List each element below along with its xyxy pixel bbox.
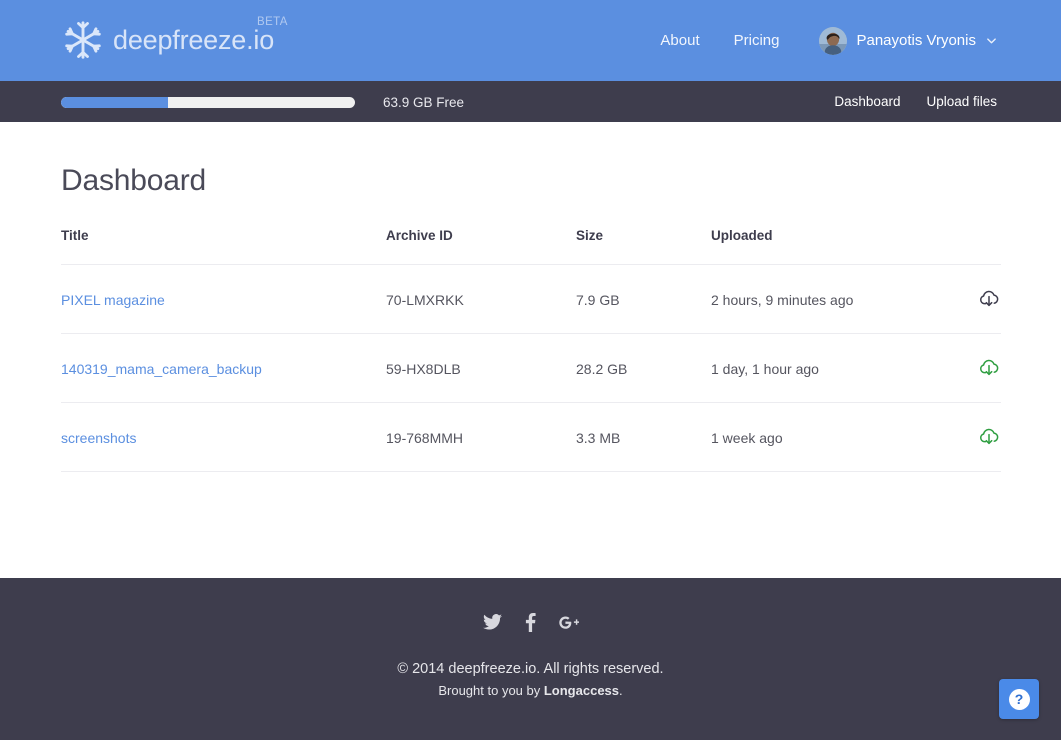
cell-size: 28.2 GB: [576, 333, 711, 403]
avatar: [819, 26, 848, 55]
sub-nav-item-upload-files[interactable]: Upload files: [926, 94, 997, 109]
storage-free-label: 63.9 GB Free: [383, 95, 465, 110]
brought-by-brand: Longaccess: [543, 683, 620, 698]
help-button[interactable]: ?: [999, 679, 1039, 719]
cell-title: 140319_mama_camera_backup: [61, 333, 386, 403]
column-header-actions: [946, 228, 1001, 265]
google-plus-link[interactable]: [558, 611, 580, 633]
brand-logo-link[interactable]: deepfreeze.io: [61, 16, 274, 64]
column-header-archive-id: Archive ID: [386, 228, 576, 265]
user-menu[interactable]: Panayotis Vryonis: [819, 26, 997, 55]
nav-item-pricing[interactable]: Pricing: [734, 32, 780, 49]
social-links: [0, 611, 1061, 633]
sub-nav-item-dashboard[interactable]: Dashboard: [834, 94, 900, 109]
main-content: Dashboard Title Archive ID Size Uploaded…: [0, 122, 1061, 578]
cell-uploaded: 1 day, 1 hour ago: [711, 333, 946, 403]
user-avatar-photo: [819, 26, 848, 55]
chevron-down-icon[interactable]: [986, 35, 997, 46]
cell-uploaded: 2 hours, 9 minutes ago: [711, 264, 946, 334]
archive-title-link[interactable]: PIXEL magazine: [61, 292, 165, 308]
cell-title: PIXEL magazine: [61, 264, 386, 334]
table-body: PIXEL magazine 70-LMXRKK 7.9 GB 2 hours,…: [61, 264, 1001, 472]
facebook-link[interactable]: [520, 611, 542, 633]
table-header: Title Archive ID Size Uploaded: [61, 228, 1001, 265]
page-title: Dashboard: [61, 164, 206, 197]
cell-archive-id: 70-LMXRKK: [386, 264, 576, 334]
table-row: 140319_mama_camera_backup 59-HX8DLB 28.2…: [61, 333, 1001, 403]
snowflake-icon: [65, 21, 101, 59]
storage-quota: 63.9 GB Free: [61, 95, 464, 110]
twitter-link[interactable]: [482, 611, 504, 633]
table-row: PIXEL magazine 70-LMXRKK 7.9 GB 2 hours,…: [61, 264, 1001, 334]
cloud-download-icon: [980, 428, 999, 445]
cell-download: [946, 333, 1001, 403]
cell-size: 3.3 MB: [576, 402, 711, 472]
facebook-icon: [525, 612, 536, 632]
column-header-uploaded: Uploaded: [711, 228, 946, 265]
twitter-icon: [483, 614, 502, 630]
cell-title: screenshots: [61, 402, 386, 472]
column-header-size: Size: [576, 228, 711, 265]
page-root: deepfreeze.io BETA About Pricing Panayot…: [0, 0, 1061, 740]
cell-download: [946, 402, 1001, 472]
sub-nav: Dashboard Upload files: [808, 81, 997, 122]
cloud-download-icon: [980, 290, 999, 307]
cell-uploaded: 1 week ago: [711, 402, 946, 472]
archives-table: Title Archive ID Size Uploaded PIXEL mag…: [61, 228, 1001, 472]
copyright-text: © 2014 deepfreeze.io. All rights reserve…: [397, 661, 664, 677]
brought-by-suffix: .: [619, 683, 623, 698]
download-button[interactable]: [977, 424, 1001, 448]
top-nav: About Pricing Panayotis Vryonis: [626, 0, 997, 81]
download-button[interactable]: [977, 355, 1001, 379]
table-row: screenshots 19-768MMH 3.3 MB 1 week ago: [61, 402, 1001, 472]
storage-progress-fill: [61, 97, 169, 108]
table-header-row: Title Archive ID Size Uploaded: [61, 228, 1001, 265]
brought-by-text: Brought to you by Longaccess.: [0, 683, 1061, 698]
storage-progress-bar: [61, 97, 355, 108]
nav-item-about[interactable]: About: [660, 32, 699, 49]
cell-archive-id: 19-768MMH: [386, 402, 576, 472]
archive-title-link[interactable]: screenshots: [61, 430, 136, 446]
column-header-title: Title: [61, 228, 386, 265]
page-footer: © 2014 deepfreeze.io. All rights reserve…: [0, 578, 1061, 740]
google-plus-icon: [559, 616, 579, 629]
brought-by-prefix: Brought to you by: [438, 683, 544, 698]
brand-name: deepfreeze.io: [113, 24, 275, 55]
beta-badge: BETA: [257, 16, 288, 28]
question-mark-icon: ?: [1008, 688, 1030, 710]
cell-download: [946, 264, 1001, 334]
cell-size: 7.9 GB: [576, 264, 711, 334]
top-header-bar: deepfreeze.io BETA About Pricing Panayot…: [0, 0, 1061, 81]
cell-archive-id: 59-HX8DLB: [386, 333, 576, 403]
download-button[interactable]: [977, 286, 1001, 310]
cloud-download-icon: [980, 359, 999, 376]
user-name: Panayotis Vryonis: [856, 32, 976, 49]
archive-title-link[interactable]: 140319_mama_camera_backup: [61, 361, 262, 377]
